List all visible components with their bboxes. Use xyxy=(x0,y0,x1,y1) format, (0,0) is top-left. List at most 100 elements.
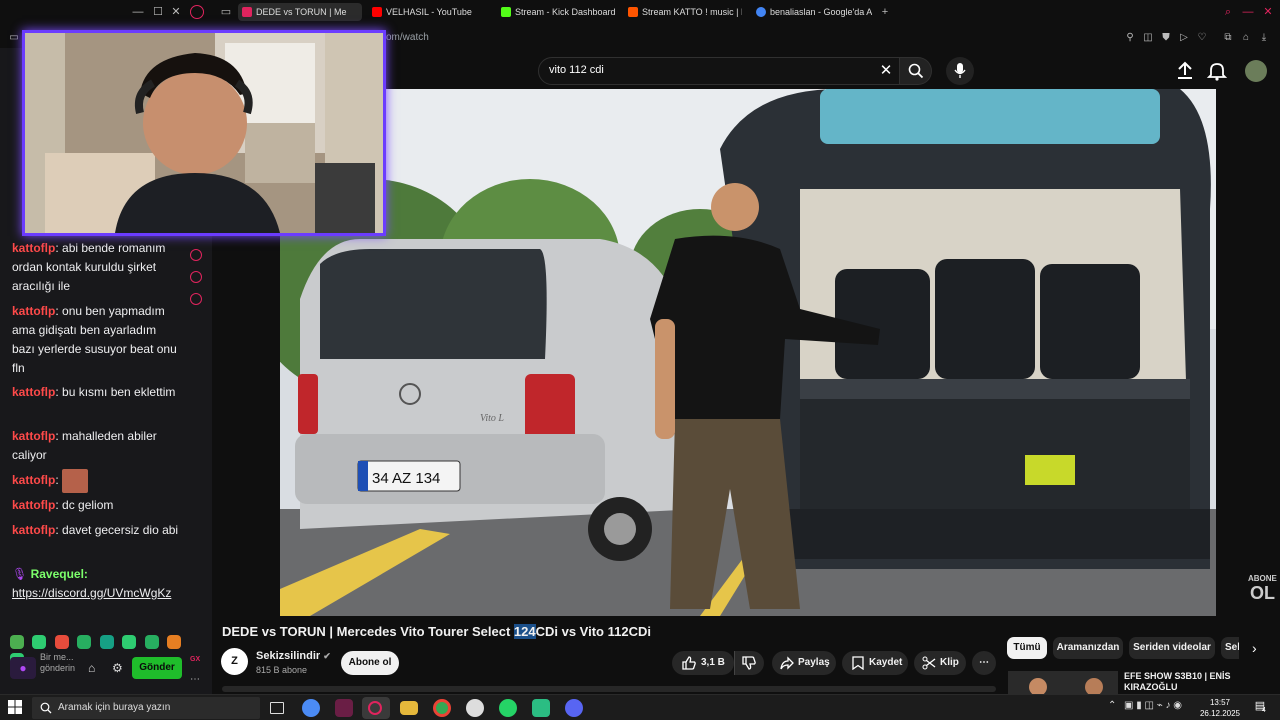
new-tab-icon[interactable]: + xyxy=(877,4,893,20)
shield-icon[interactable]: ⛊ xyxy=(1160,32,1172,44)
app-icon[interactable] xyxy=(466,699,484,717)
video-player[interactable]: 34 AZ 134 Vito L xyxy=(280,89,1216,616)
download-icon[interactable]: ⤓ xyxy=(1258,32,1270,44)
chat-action-icon[interactable] xyxy=(190,271,202,283)
discord-icon[interactable] xyxy=(565,699,583,717)
file-explorer-icon[interactable] xyxy=(400,701,418,715)
notifications-bell-icon[interactable] xyxy=(1206,60,1228,82)
emote-icon[interactable] xyxy=(99,634,114,649)
chat-username[interactable]: kattoflp xyxy=(12,523,55,537)
description-box[interactable] xyxy=(222,686,996,692)
emote-icon[interactable] xyxy=(144,634,159,649)
chrome-icon[interactable] xyxy=(433,699,451,717)
emote-icon[interactable] xyxy=(122,634,137,649)
tray-icons[interactable]: ▣ ▮ ◫ ⌁ ♪ ◉ xyxy=(1124,700,1182,711)
kick-app-icon[interactable] xyxy=(532,699,550,717)
search-tabs-icon[interactable]: ⌕ xyxy=(1220,4,1236,20)
chevron-up-icon[interactable]: ⌃ xyxy=(1108,700,1116,711)
more-options-icon[interactable]: ⋯ xyxy=(190,674,200,685)
task-view-icon[interactable] xyxy=(270,702,284,714)
chat-input[interactable]: Bir me... gönderin xyxy=(40,652,86,674)
send-button[interactable]: Gönder xyxy=(132,657,182,679)
recommended-video-thumbnail[interactable] xyxy=(1008,671,1118,694)
whatsapp-icon[interactable] xyxy=(499,699,517,717)
copilot-icon[interactable] xyxy=(302,699,320,717)
chat-message: kattoflp: bu kısmı ben eklettim xyxy=(12,385,176,399)
windows-taskbar: Aramak için buraya yazın ⌃ ▣ ▮ ◫ ⌁ ♪ ◉ 1… xyxy=(0,694,1280,720)
chip-next[interactable]: Sel xyxy=(1221,637,1239,659)
account-avatar[interactable] xyxy=(1245,60,1267,82)
clip-label: Klip xyxy=(940,657,959,668)
voice-search-button[interactable] xyxy=(946,57,974,85)
chip-series-videos[interactable]: Seriden videolar xyxy=(1129,637,1215,659)
window-minimize-icon[interactable]: — xyxy=(1240,4,1256,20)
url-text[interactable]: om/watch xyxy=(386,32,429,43)
chat-username[interactable]: kattoflp xyxy=(12,498,55,512)
search-button[interactable] xyxy=(900,57,932,85)
taskbar-search-placeholder: Aramak için buraya yazın xyxy=(58,702,171,713)
channel-avatar[interactable]: Z xyxy=(221,648,248,675)
share-icon xyxy=(780,656,794,670)
clip-button[interactable]: Klip xyxy=(914,651,966,675)
system-clock[interactable]: 13:57 26.12.2025 xyxy=(1198,697,1242,719)
emote-icon[interactable] xyxy=(167,634,182,649)
chip-all[interactable]: Tümü xyxy=(1007,637,1047,659)
like-button[interactable]: 3,1 B xyxy=(672,651,734,675)
chevron-right-icon[interactable]: › xyxy=(1252,640,1257,656)
tab-google-search[interactable]: benaliaslan - Google'da A xyxy=(752,3,872,21)
clear-search-icon[interactable]: ✕ xyxy=(877,62,895,80)
chat-settings-icon[interactable]: ⚙ xyxy=(112,661,123,675)
bookmark-icon[interactable]: ⚲ xyxy=(1124,32,1136,44)
dislike-button[interactable] xyxy=(734,651,764,675)
more-actions-button[interactable]: ⋯ xyxy=(972,651,996,675)
browser-logo-icon xyxy=(190,5,204,19)
tab-sidebar-icon[interactable]: ▭ xyxy=(218,4,234,20)
channel-name[interactable]: Sekizsilindir ✔ xyxy=(256,650,331,662)
thumbnail-image xyxy=(1008,671,1118,694)
chat-username[interactable]: kattoflp xyxy=(12,304,55,318)
search-box: ✕ xyxy=(538,57,900,85)
taskbar-search[interactable]: Aramak için buraya yazın xyxy=(32,697,260,719)
chat-username[interactable]: kattoflp xyxy=(12,385,55,399)
share-button[interactable]: Paylaş xyxy=(772,651,836,675)
extension-icon[interactable]: ◫ xyxy=(1142,32,1154,44)
profile-icon[interactable]: ⌂ xyxy=(1240,32,1252,44)
recommended-video-title[interactable]: EFE SHOW S3B10 | ENİS KIRAZOĞLU xyxy=(1124,671,1274,693)
save-button[interactable]: Kaydet xyxy=(842,651,908,675)
chip-from-search[interactable]: Aramanızdan xyxy=(1053,637,1123,659)
tab-dede-vs-torun[interactable]: DEDE vs TORUN | Me xyxy=(238,3,362,21)
clock-date: 26.12.2025 xyxy=(1199,709,1241,718)
mic-toggle-button[interactable]: ● xyxy=(10,657,36,679)
tab-katto-music[interactable]: Stream KATTO ! music | L xyxy=(624,3,742,21)
subscribe-button[interactable]: Abone ol xyxy=(341,651,399,675)
subscribe-watermark[interactable]: ABONE OL xyxy=(1248,574,1277,602)
upload-icon[interactable] xyxy=(1174,60,1196,82)
chat-username[interactable]: kattoflp xyxy=(12,473,55,487)
clock-icon[interactable] xyxy=(190,249,202,261)
play-icon[interactable]: ▷ xyxy=(1178,32,1190,44)
search-input[interactable] xyxy=(549,64,849,76)
settings-gear-icon[interactable] xyxy=(190,293,202,305)
tab-kick-dashboard[interactable]: Stream - Kick Dashboard xyxy=(497,3,617,21)
emote-icon[interactable] xyxy=(54,634,69,649)
chat-username[interactable]: kattoflp xyxy=(12,429,55,443)
heart-icon[interactable]: ♡ xyxy=(1196,32,1208,44)
chat-username[interactable]: Ravequel: xyxy=(31,567,88,581)
close-icon[interactable]: ✕ xyxy=(168,4,184,20)
window-close-icon[interactable]: ✕ xyxy=(1260,4,1276,20)
emote-icon[interactable] xyxy=(10,634,24,649)
chat-link[interactable]: https://discord.gg/UVmcWgKz xyxy=(12,586,171,600)
emote-icon[interactable] xyxy=(77,634,92,649)
maximize-icon[interactable]: ☐ xyxy=(150,4,166,20)
model-badge: Vito L xyxy=(480,413,504,424)
extensions-puzzle-icon[interactable]: ⧉ xyxy=(1222,32,1234,44)
emote-icon[interactable] xyxy=(32,634,47,649)
windows-start-icon[interactable] xyxy=(8,700,22,714)
tab-label: Stream KATTO ! music | L xyxy=(642,7,742,17)
chat-username[interactable]: kattoflp xyxy=(12,241,55,255)
minimize-icon[interactable]: — xyxy=(130,4,146,20)
opera-gx-icon[interactable] xyxy=(368,701,382,715)
streaming-app-icon[interactable] xyxy=(335,699,353,717)
store-icon[interactable]: ⌂ xyxy=(88,661,95,675)
tab-velhasil[interactable]: VELHASIL - YouTube xyxy=(368,3,488,21)
